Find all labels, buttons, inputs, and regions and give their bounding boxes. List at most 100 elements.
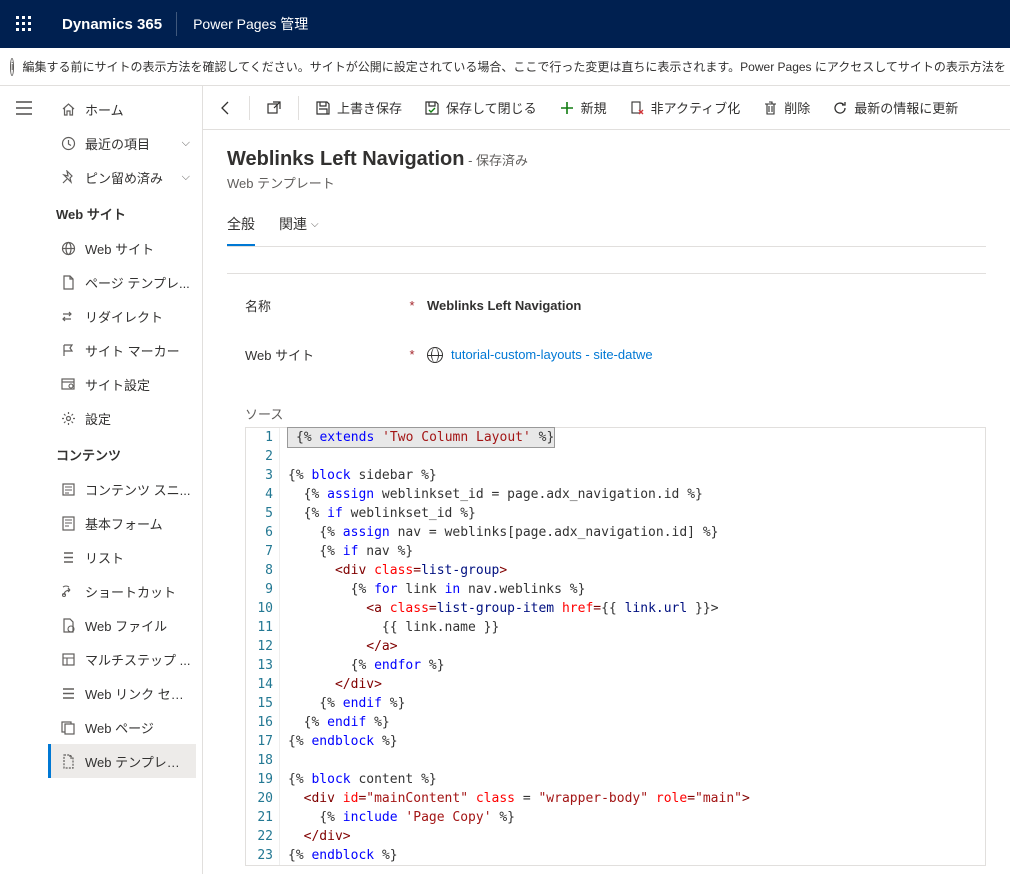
delete-label: 削除 <box>784 98 810 117</box>
code-line[interactable]: 6 {% assign nav = weblinks[page.adx_navi… <box>246 523 985 542</box>
app-launcher-icon[interactable] <box>0 0 48 48</box>
code-text[interactable]: {% endif %} <box>280 713 985 732</box>
sidebar-item-gear[interactable]: 設定 <box>48 401 196 435</box>
source-code-editor[interactable]: 1{% extends 'Two Column Layout' %}2 3{% … <box>245 427 986 866</box>
sidebar-item-label: コンテンツ スニ... <box>85 480 192 499</box>
line-number: 4 <box>246 485 280 504</box>
code-text[interactable]: {% assign weblinkset_id = page.adx_navig… <box>280 485 985 504</box>
sidebar-item-globe[interactable]: Web サイト <box>48 231 196 265</box>
code-text[interactable]: {% if weblinkset_id %} <box>280 504 985 523</box>
sidebar-item-page[interactable]: ページ テンプレ... <box>48 265 196 299</box>
info-icon: i <box>10 58 14 76</box>
code-text[interactable]: {{ link.name }} <box>280 618 985 637</box>
code-line[interactable]: 19{% block content %} <box>246 770 985 789</box>
code-text[interactable]: {% for link in nav.weblinks %} <box>280 580 985 599</box>
code-text[interactable]: </a> <box>280 637 985 656</box>
sidebar-item-list[interactable]: リスト <box>48 540 196 574</box>
tab-related[interactable]: 関連 ⌵ <box>279 214 319 246</box>
sidebar-item-label: リスト <box>85 548 192 567</box>
code-line[interactable]: 1{% extends 'Two Column Layout' %} <box>246 428 985 447</box>
sidebar-item-snippet[interactable]: コンテンツ スニ... <box>48 472 196 506</box>
code-text[interactable]: <a class=list-group-item href={{ link.ur… <box>280 599 985 618</box>
sidebar-item-form[interactable]: 基本フォーム <box>48 506 196 540</box>
code-line[interactable]: 14 </div> <box>246 675 985 694</box>
sidebar-item-webfile[interactable]: Web ファイル <box>48 608 196 642</box>
sidebar-item-label: 設定 <box>85 409 192 428</box>
code-text[interactable]: {% endblock %} <box>280 846 985 865</box>
field-website-label: Web サイト <box>245 345 405 364</box>
sidebar-item-webpage[interactable]: Web ページ <box>48 710 196 744</box>
code-text[interactable]: </div> <box>280 675 985 694</box>
deactivate-button[interactable]: 非アクティブ化 <box>619 90 751 126</box>
sidebar-item-redirect[interactable]: リダイレクト <box>48 299 196 333</box>
code-text[interactable]: <div class=list-group> <box>280 561 985 580</box>
code-text[interactable]: {% extends 'Two Column Layout' %} <box>280 428 985 447</box>
sidebar-item-clock[interactable]: 最近の項目⌵ <box>48 126 196 160</box>
notification-bar: i 編集する前にサイトの表示方法を確認してください。サイトが公開に設定されている… <box>0 48 1010 86</box>
code-line[interactable]: 11 {{ link.name }} <box>246 618 985 637</box>
sidebar-item-marker[interactable]: サイト マーカー <box>48 333 196 367</box>
refresh-button[interactable]: 最新の情報に更新 <box>822 90 968 126</box>
field-website-text: tutorial-custom-layouts - site-datwe <box>451 347 653 362</box>
sidebar-item-shortcut[interactable]: ショートカット <box>48 574 196 608</box>
field-name-value[interactable]: Weblinks Left Navigation <box>419 298 581 313</box>
code-text[interactable]: <div id="mainContent" class = "wrapper-b… <box>280 789 985 808</box>
code-line[interactable]: 18 <box>246 751 985 770</box>
refresh-label: 最新の情報に更新 <box>854 98 958 117</box>
code-line[interactable]: 21 {% include 'Page Copy' %} <box>246 808 985 827</box>
open-new-window-button[interactable] <box>256 90 292 126</box>
code-line[interactable]: 9 {% for link in nav.weblinks %} <box>246 580 985 599</box>
sidebar-item-template[interactable]: Web テンプレート <box>48 744 196 778</box>
gear-icon <box>51 411 85 426</box>
code-text[interactable]: {% endfor %} <box>280 656 985 675</box>
field-website-value[interactable]: tutorial-custom-layouts - site-datwe <box>419 347 653 363</box>
code-line[interactable]: 15 {% endif %} <box>246 694 985 713</box>
code-line[interactable]: 5 {% if weblinkset_id %} <box>246 504 985 523</box>
code-text[interactable] <box>280 751 985 770</box>
code-line[interactable]: 7 {% if nav %} <box>246 542 985 561</box>
nav-collapse-button[interactable] <box>0 86 48 130</box>
line-number: 8 <box>246 561 280 580</box>
sidebar-item-multistep[interactable]: マルチステップ ... <box>48 642 196 676</box>
save-close-button[interactable]: 保存して閉じる <box>414 90 547 126</box>
code-line[interactable]: 10 <a class=list-group-item href={{ link… <box>246 599 985 618</box>
delete-button[interactable]: 削除 <box>752 90 820 126</box>
code-line[interactable]: 20 <div id="mainContent" class = "wrappe… <box>246 789 985 808</box>
code-text[interactable]: {% endblock %} <box>280 732 985 751</box>
code-text[interactable]: {% block content %} <box>280 770 985 789</box>
code-line[interactable]: 22 </div> <box>246 827 985 846</box>
code-line[interactable]: 8 <div class=list-group> <box>246 561 985 580</box>
code-text[interactable]: {% block sidebar %} <box>280 466 985 485</box>
tab-general[interactable]: 全般 <box>227 214 255 246</box>
code-text[interactable]: </div> <box>280 827 985 846</box>
brand-label[interactable]: Dynamics 365 <box>48 12 177 36</box>
save-button[interactable]: 上書き保存 <box>305 90 412 126</box>
code-text[interactable] <box>280 447 985 466</box>
app-name-label[interactable]: Power Pages 管理 <box>177 14 324 34</box>
required-indicator: * <box>405 298 419 313</box>
sidebar-item-label: 基本フォーム <box>85 514 192 533</box>
sidebar-item-pin[interactable]: ピン留め済み⌵ <box>48 160 196 194</box>
code-line[interactable]: 12 </a> <box>246 637 985 656</box>
code-text[interactable]: {% assign nav = weblinks[page.adx_naviga… <box>280 523 985 542</box>
code-line[interactable]: 17{% endblock %} <box>246 732 985 751</box>
code-line[interactable]: 13 {% endfor %} <box>246 656 985 675</box>
back-button[interactable] <box>207 90 243 126</box>
sidebar-item-sitesettings[interactable]: サイト設定 <box>48 367 196 401</box>
code-text[interactable]: {% include 'Page Copy' %} <box>280 808 985 827</box>
code-line[interactable]: 4 {% assign weblinkset_id = page.adx_nav… <box>246 485 985 504</box>
code-line[interactable]: 3{% block sidebar %} <box>246 466 985 485</box>
code-line[interactable]: 23{% endblock %} <box>246 846 985 865</box>
marker-icon <box>51 343 85 358</box>
sidebar-item-linkset[interactable]: Web リンク セット <box>48 676 196 710</box>
new-button[interactable]: 新規 <box>549 90 617 126</box>
line-number: 17 <box>246 732 280 751</box>
code-text[interactable]: {% endif %} <box>280 694 985 713</box>
sidebar-item-label: サイト設定 <box>85 375 192 394</box>
sidebar-item-home[interactable]: ホーム <box>48 92 196 126</box>
line-number: 2 <box>246 447 280 466</box>
sidebar-item-label: Web ページ <box>85 718 192 737</box>
code-text[interactable]: {% if nav %} <box>280 542 985 561</box>
code-line[interactable]: 16 {% endif %} <box>246 713 985 732</box>
code-line[interactable]: 2 <box>246 447 985 466</box>
